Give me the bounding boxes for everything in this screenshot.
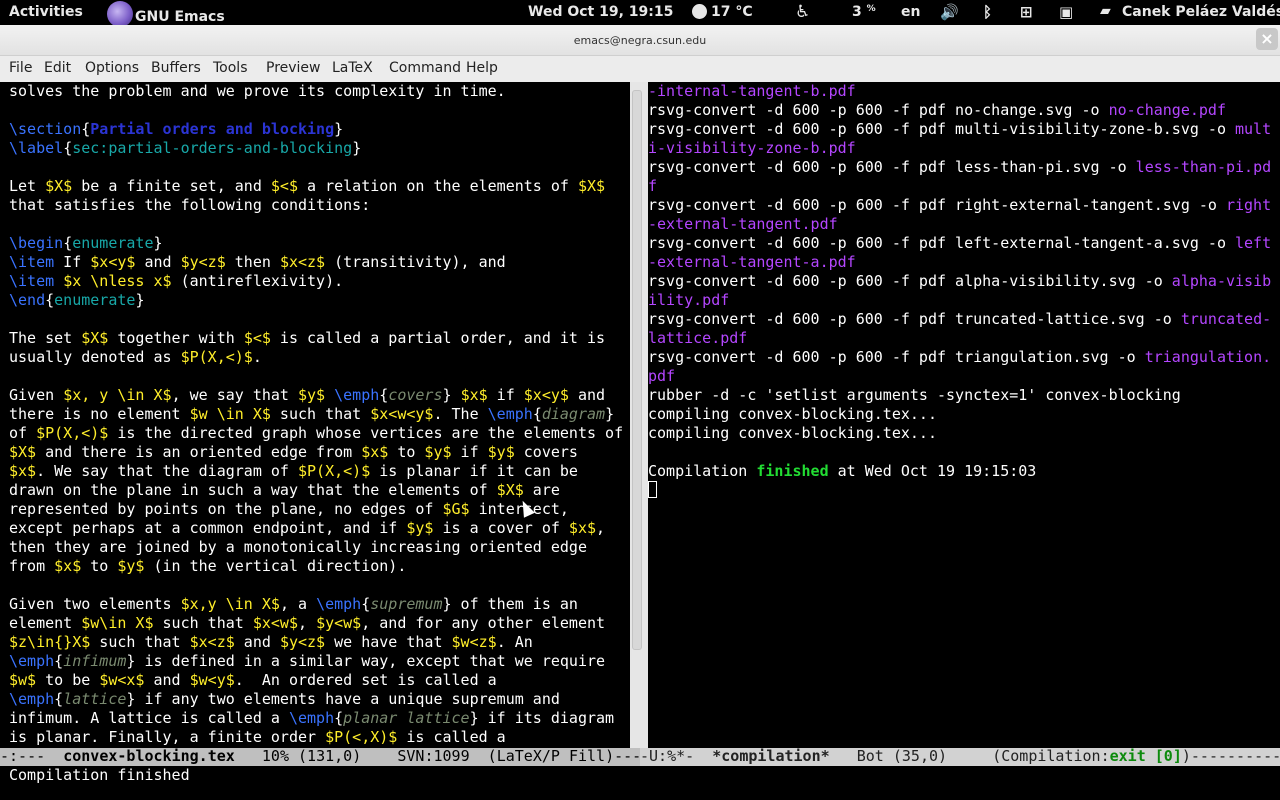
scrollbar-thumb[interactable] <box>632 90 642 650</box>
output-line: rsvg-convert -d 600 -p 600 -f pdf triang… <box>648 348 1272 366</box>
text-line: is planar. Finally, a finite order $P(<,… <box>9 728 506 746</box>
activities-button[interactable]: Activities <box>9 4 83 20</box>
menu-file[interactable]: File <box>9 60 32 76</box>
text-line: drawn on the plane in such a way that th… <box>9 481 560 499</box>
output-line: f <box>648 177 658 195</box>
output-line: rsvg-convert -d 600 -p 600 -f pdf less-t… <box>648 158 1272 176</box>
text-line: represented by points on the plane, no e… <box>9 500 569 518</box>
text-line: from $x$ to $y$ (in the vertical directi… <box>9 557 407 575</box>
weather-icon <box>692 3 707 19</box>
menu-options[interactable]: Options <box>85 60 139 76</box>
output-line: -external-tangent-a.pdf <box>648 253 856 271</box>
text-line: element $w\in X$ such that $x<w$, $y<w$,… <box>9 614 606 632</box>
chat-icon[interactable]: ▰ <box>1100 3 1111 19</box>
text-line: \emph{infimum} is defined in a similar w… <box>9 652 606 670</box>
text-line: Given two elements $x,y \in X$, a \emph{… <box>9 595 578 613</box>
text-line: then they are joined by a monotonically … <box>9 538 587 556</box>
menu-bar: File Edit Options Buffers Tools Preview … <box>0 56 1280 82</box>
text-line: solves the problem and we prove its comp… <box>9 82 506 100</box>
compilation-pane[interactable]: -internal-tangent-b.pdf rsvg-convert -d … <box>648 82 1280 748</box>
output-line: lattice.pdf <box>648 329 748 347</box>
network-icon[interactable]: ⊞ <box>1020 3 1033 21</box>
output-line: ility.pdf <box>648 291 730 309</box>
text-line: $w$ to be $w<x$ and $w<y$. An ordered se… <box>9 671 497 689</box>
text-line: except perhaps at a common endpoint, and… <box>9 519 606 537</box>
buffer-name[interactable]: *compilation* <box>712 748 829 765</box>
weather[interactable]: 17 °C <box>692 3 753 20</box>
text-line: \emph{lattice} if any two elements have … <box>9 690 560 708</box>
output-line: rsvg-convert -d 600 -p 600 -f pdf right-… <box>648 196 1272 214</box>
menu-edit[interactable]: Edit <box>44 60 71 76</box>
power-icon[interactable]: ▣ <box>1059 3 1073 21</box>
text-line: $X$ and there is an oriented edge from $… <box>9 443 578 461</box>
begin-line: \begin{enumerate} <box>9 234 163 252</box>
menu-help[interactable]: Help <box>466 60 498 76</box>
menu-command[interactable]: Command <box>389 60 461 76</box>
weather-temp: 17 °C <box>711 4 753 20</box>
menu-latex[interactable]: LaTeX <box>332 60 373 76</box>
text-line: there is no element $w \in X$ such that … <box>9 405 615 423</box>
item-line: \item $x \nless x$ (antireflexivity). <box>9 272 344 290</box>
window-titlebar: emacs@negra.csun.edu × <box>0 25 1280 56</box>
output-line: compiling convex-blocking.tex... <box>648 424 937 442</box>
output-line: -internal-tangent-b.pdf <box>648 82 856 100</box>
exit-status: exit [0] <box>1109 748 1182 765</box>
user-menu[interactable]: Canek Peláez Valdés <box>1122 4 1280 20</box>
output-line: rsvg-convert -d 600 -p 600 -f pdf multi-… <box>648 120 1272 138</box>
menu-tools[interactable]: Tools <box>213 60 248 76</box>
modeline-right[interactable]: -U:%*- *compilation* Bot (35,0) (Compila… <box>640 748 1280 766</box>
output-line: rsvg-convert -d 600 -p 600 -f pdf alpha-… <box>648 272 1272 290</box>
section-line: \section{Partial orders and blocking} <box>9 120 344 138</box>
battery-percent-unit: % <box>866 4 876 14</box>
text-line: Let $X$ be a finite set, and $<$ a relat… <box>9 177 606 195</box>
text-line: $x$. We say that the diagram of $P(X,<)$… <box>9 462 578 480</box>
language-indicator[interactable]: en <box>901 4 920 20</box>
menu-buffers[interactable]: Buffers <box>151 60 201 76</box>
output-line: rubber -d -c 'setlist arguments -synctex… <box>648 386 1181 404</box>
compilation-status-line: Compilation finished at Wed Oct 19 19:15… <box>648 462 1037 480</box>
app-name: GNU Emacs <box>135 9 225 25</box>
battery-percent: 3 <box>852 4 862 20</box>
text-line: of $P(X,<)$ is the directed graph whose … <box>9 424 624 442</box>
output-line: compiling convex-blocking.tex... <box>648 405 937 423</box>
minibuffer[interactable]: Compilation finished <box>0 766 1280 800</box>
output-line: -external-tangent.pdf <box>648 215 838 233</box>
output-line: rsvg-convert -d 600 -p 600 -f pdf trunca… <box>648 310 1272 328</box>
output-line: rsvg-convert -d 600 -p 600 -f pdf left-e… <box>648 234 1272 252</box>
text-line: The set $X$ together with $<$ is called … <box>9 329 606 347</box>
menu-preview[interactable]: Preview <box>266 60 321 76</box>
buffer-name[interactable]: convex-blocking.tex <box>63 748 235 765</box>
label-line: \label{sec:partial-orders-and-blocking} <box>9 139 362 157</box>
text-cursor <box>648 481 657 498</box>
bluetooth-icon[interactable]: ᛒ <box>983 3 992 21</box>
modeline-left[interactable]: -:--- convex-blocking.tex 10% (131,0) SV… <box>0 748 640 766</box>
close-icon[interactable]: × <box>1256 28 1278 50</box>
text-line: Given $x, y \in X$, we say that $y$ \emp… <box>9 386 606 404</box>
volume-icon[interactable]: 🔊 <box>940 3 959 21</box>
battery-indicator[interactable]: 3 % <box>852 4 876 20</box>
gnome-top-bar: Activities GNU Emacs Wed Oct 19, 19:15 1… <box>0 0 1280 27</box>
output-line: rsvg-convert -d 600 -p 600 -f pdf no-cha… <box>648 101 1226 119</box>
item-line: \item If $x<y$ and $y<z$ then $x<z$ (tra… <box>9 253 506 271</box>
emacs-logo-icon <box>107 1 133 27</box>
text-line: usually denoted as $P(X,<)$. <box>9 348 262 366</box>
output-line: pdf <box>648 367 676 385</box>
window-title: emacs@negra.csun.edu <box>573 34 707 47</box>
output-line: i-visibility-zone-b.pdf <box>648 139 856 157</box>
accessibility-icon[interactable]: ♿ <box>795 2 810 22</box>
text-line: that satisfies the following conditions: <box>9 196 371 214</box>
clock[interactable]: Wed Oct 19, 19:15 <box>528 4 673 20</box>
end-line: \end{enumerate} <box>9 291 145 309</box>
text-line: infimum. A lattice is called a \emph{pla… <box>9 709 615 727</box>
latex-editor-pane[interactable]: solves the problem and we prove its comp… <box>0 82 630 748</box>
text-line: $z\in{}X$ such that $x<z$ and $y<z$ we h… <box>9 633 533 651</box>
